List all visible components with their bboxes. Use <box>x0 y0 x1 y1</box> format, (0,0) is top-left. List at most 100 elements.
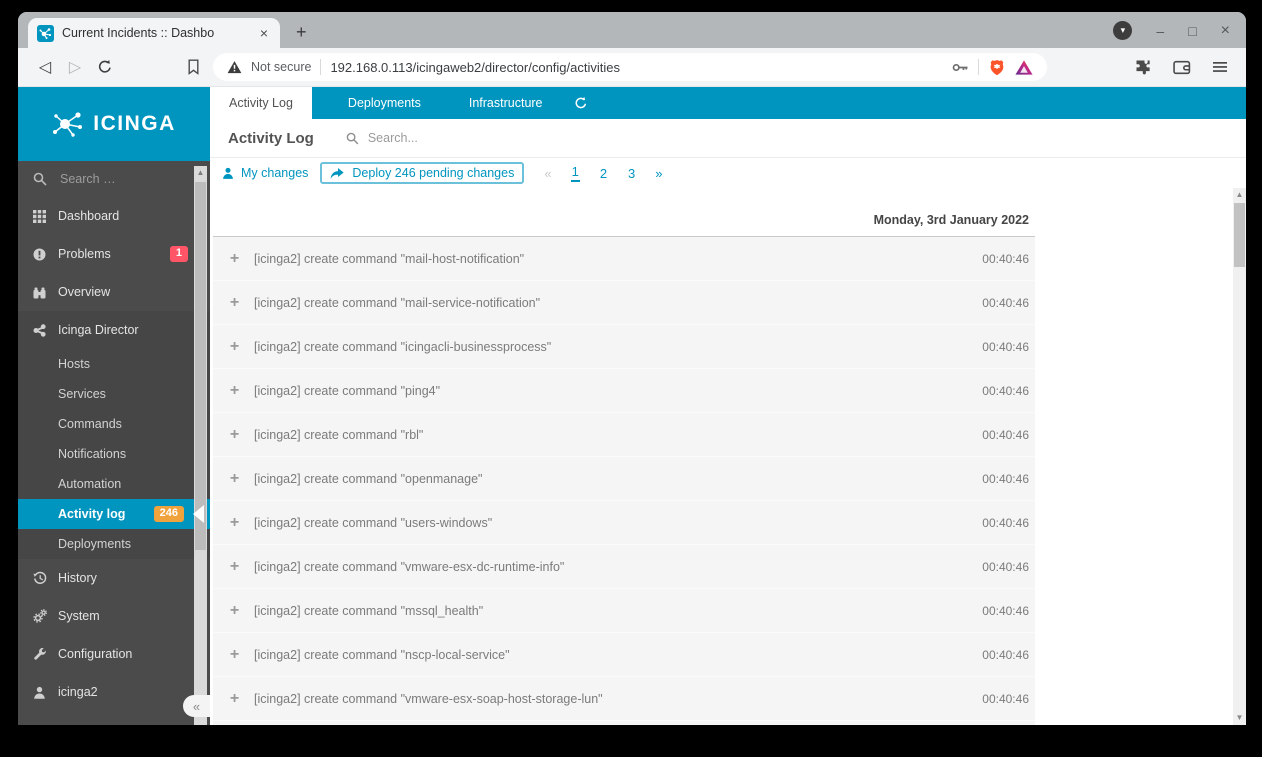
url-bar[interactable]: Not secure 192.168.0.113/icingaweb2/dire… <box>213 53 1047 81</box>
content-scrollbar[interactable]: ▲ ▼ <box>1233 188 1246 725</box>
sidebar-scroll-thumb[interactable] <box>195 182 206 550</box>
wallet-icon[interactable] <box>1173 59 1191 75</box>
content-scroll-up-icon[interactable]: ▲ <box>1233 188 1246 202</box>
minimize-button[interactable]: – <box>1156 24 1164 38</box>
activity-row[interactable]: + [icinga2] create command "ping4" 00:40:4… <box>213 369 1035 413</box>
maximize-button[interactable]: □ <box>1188 24 1196 38</box>
content-tab-bar: Activity Log Deployments Infrastructure <box>210 87 1246 119</box>
url-divider-2 <box>978 59 979 75</box>
activity-row[interactable]: + [icinga2] create command "rbl" 00:40:46 <box>213 413 1035 457</box>
sidebar-item-overview[interactable]: Overview <box>18 273 210 311</box>
logo-text: ICINGA <box>93 112 176 135</box>
icinga-logo[interactable]: ICINGA <box>18 87 210 161</box>
activity-time: 00:40:46 <box>982 471 1029 486</box>
deploy-button[interactable]: Deploy 246 pending changes <box>320 162 525 184</box>
tab-label: Deployments <box>347 96 421 110</box>
sidebar-scroll-up-icon[interactable]: ▲ <box>194 166 207 180</box>
content-scroll-down-icon[interactable]: ▼ <box>1233 711 1246 725</box>
history-icon <box>32 571 47 586</box>
sidebar-item-system[interactable]: System <box>18 597 210 635</box>
tab-deployments[interactable]: Deployments <box>329 87 440 119</box>
wrench-icon <box>32 647 47 662</box>
activity-list-viewport: Monday, 3rd January 2022 + [icinga2] crea… <box>210 188 1246 725</box>
url-divider <box>320 59 322 75</box>
icinga-favicon-icon <box>37 24 54 42</box>
sidebar-item-dashboard[interactable]: Dashboard <box>18 197 210 235</box>
extensions-puzzle-icon[interactable] <box>1135 59 1152 76</box>
sidebar-item-label: Notifications <box>58 447 127 461</box>
brave-shield-icon[interactable] <box>988 58 1006 77</box>
sidebar-item-activity-log[interactable]: Activity log 246 <box>18 499 210 529</box>
sidebar-item-commands[interactable]: Commands <box>18 409 210 439</box>
password-key-icon[interactable] <box>952 60 969 75</box>
browser-window: Current Incidents :: Dashbo × + ▾ – □ × … <box>18 12 1246 725</box>
sidebar-item-history[interactable]: History <box>18 559 210 597</box>
sidebar-scrollbar[interactable]: ▲ <box>194 166 207 725</box>
activity-row[interactable]: + [icinga2] create command "openmanage" 00… <box>213 457 1035 501</box>
sidebar-item-label: Overview <box>58 285 111 299</box>
reload-button[interactable] <box>90 59 120 75</box>
tab-infrastructure[interactable]: Infrastructure <box>450 87 562 119</box>
pagination-page-3[interactable]: 3 <box>627 166 636 181</box>
activity-row[interactable]: +[icinga2] create command "icingacli-dir… <box>213 721 1035 725</box>
sidebar-item-icinga-director[interactable]: Icinga Director <box>18 311 210 349</box>
activity-row[interactable]: + [icinga2] create command "icingacli-bus… <box>213 325 1035 369</box>
sidebar-item-services[interactable]: Services <box>18 379 210 409</box>
director-section: Icinga Director Hosts Services Commands … <box>18 311 210 559</box>
bookmark-icon[interactable] <box>186 59 201 75</box>
sidebar-item-label: Icinga Director <box>58 323 139 337</box>
page-title: Activity Log <box>228 129 314 147</box>
activity-row[interactable]: + [icinga2] create command "users-windows… <box>213 501 1035 545</box>
sidebar-collapse-button[interactable]: « <box>183 695 210 717</box>
sidebar-search[interactable] <box>18 161 210 197</box>
tab-close-icon[interactable]: × <box>257 25 271 41</box>
pagination-page-2[interactable]: 2 <box>599 166 608 181</box>
close-window-button[interactable]: × <box>1221 22 1230 39</box>
pagination-prev-icon[interactable]: « <box>544 166 551 181</box>
bat-rewards-icon[interactable] <box>1015 59 1033 76</box>
sidebar-search-input[interactable] <box>58 171 172 187</box>
new-tab-button[interactable]: + <box>296 23 307 41</box>
url-text[interactable]: 192.168.0.113/icingaweb2/director/config… <box>330 60 943 75</box>
window-controls: ▾ – □ × <box>1113 21 1230 40</box>
content-search[interactable] <box>346 130 550 146</box>
back-button[interactable]: ◁ <box>30 57 60 77</box>
sidebar-item-automation[interactable]: Automation <box>18 469 210 499</box>
plus-icon: + <box>229 689 240 707</box>
content-scroll-thumb[interactable] <box>1234 203 1245 267</box>
deploy-button-label: Deploy 246 pending changes <box>352 166 515 180</box>
date-header: Monday, 3rd January 2022 <box>213 188 1035 237</box>
sidebar-item-configuration[interactable]: Configuration <box>18 635 210 673</box>
tab-activity-log[interactable]: Activity Log <box>210 87 312 119</box>
activity-row[interactable]: + [icinga2] create command "nscp-local-se… <box>213 633 1035 677</box>
activity-log-badge: 246 <box>153 505 184 523</box>
forward-button[interactable]: ▷ <box>60 57 90 77</box>
sidebar-item-user[interactable]: icinga2 <box>18 673 210 711</box>
sidebar-item-hosts[interactable]: Hosts <box>18 349 210 379</box>
browser-toolbar: ◁ ▷ Not secure 192.168.0.113/icingaweb2/… <box>18 48 1246 87</box>
activity-row[interactable]: + [icinga2] create command "mail-service-… <box>213 281 1035 325</box>
menu-hamburger-icon[interactable] <box>1212 60 1228 74</box>
sidebar-item-problems[interactable]: Problems 1 <box>18 235 210 273</box>
sidebar-item-label: Hosts <box>58 357 90 371</box>
tab-search-icon[interactable]: ▾ <box>1113 21 1133 40</box>
activity-row[interactable]: + [icinga2] create command "mail-host-not… <box>213 237 1035 281</box>
activity-row[interactable]: + [icinga2] create command "vmware-esx-so… <box>213 677 1035 721</box>
browser-tab[interactable]: Current Incidents :: Dashbo × <box>28 18 280 48</box>
activity-text: [icinga2] create command "mssql_health" <box>254 603 484 618</box>
my-changes-link[interactable]: My changes <box>222 166 308 180</box>
activity-time: 00:40:46 <box>982 339 1029 354</box>
alert-circle-icon <box>32 247 47 262</box>
tab-label: Infrastructure <box>468 96 543 110</box>
activity-time: 00:40:46 <box>982 295 1029 310</box>
sidebar-item-deployments[interactable]: Deployments <box>18 529 210 559</box>
refresh-icon[interactable] <box>574 87 588 119</box>
activity-row[interactable]: + [icinga2] create command "vmware-esx-dc… <box>213 545 1035 589</box>
pagination-page-1[interactable]: 1 <box>570 164 580 182</box>
pagination-next-icon[interactable]: » <box>655 166 662 181</box>
activity-row[interactable]: + [icinga2] create command "mssql_health"… <box>213 589 1035 633</box>
sidebar-item-notifications[interactable]: Notifications <box>18 439 210 469</box>
security-label[interactable]: Not secure <box>251 60 311 74</box>
gears-icon <box>32 609 47 624</box>
content-search-input[interactable] <box>365 130 550 146</box>
